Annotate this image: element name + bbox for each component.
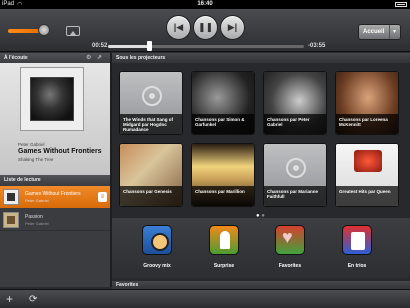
tile-caption: Chansons par Simon & Garfunkel — [192, 114, 254, 134]
home-button[interactable]: Accueil ▾ — [358, 24, 401, 40]
progress-fill — [108, 45, 150, 48]
groovy-mix-icon[interactable] — [142, 225, 172, 255]
chevron-down-icon[interactable]: ▾ — [393, 25, 396, 39]
favorites-heart-icon[interactable] — [275, 225, 305, 255]
progress-knob[interactable] — [147, 41, 153, 51]
now-playing-title: Games Without Frontiers — [18, 148, 102, 155]
tile-caption: Chansons par Marillion — [192, 186, 254, 206]
player-toolbar: |◀ ❚❚ ▶| 00:52 -03:55 Accueil ▾ — [0, 9, 410, 52]
spotlight-tile[interactable]: Greatest Hits par Queen — [335, 143, 399, 207]
playlist-header: Liste de lecture — [0, 175, 110, 185]
gear-icon[interactable]: ⚙ — [86, 55, 91, 61]
status-bar: iPad ◠ 16:40 — [0, 0, 410, 9]
favorites-header: Favorites — [112, 281, 410, 289]
tile-caption: Greatest Hits par Queen — [336, 186, 398, 206]
battery-icon — [395, 2, 407, 7]
main-panel: Sous les projecteurs The Winds that Sang… — [112, 53, 410, 287]
now-playing-album: Shaking The Tree — [18, 157, 54, 162]
now-playing-artist: Peter Gabriel — [18, 142, 45, 147]
mix-label-groovy[interactable]: Groovy mix — [132, 263, 182, 269]
airplay-icon[interactable] — [66, 26, 80, 36]
home-separator — [389, 25, 390, 39]
spotlight-tile[interactable]: Chansons par Loreena McKennitt — [335, 71, 399, 135]
elapsed-time: 00:52 — [92, 43, 108, 49]
mix-label-favorites[interactable]: Favorites — [265, 263, 315, 269]
bottom-toolbar: + ⟳ — [0, 289, 410, 308]
placeholder-icon — [142, 86, 162, 106]
placeholder-icon — [286, 158, 306, 178]
spotlight-tile[interactable]: Chansons par Marillion — [191, 143, 255, 207]
now-playing-header: À l'écoute ⚙ ⇗ — [0, 53, 110, 63]
spotlight-header-label: Sous les projecteurs — [116, 55, 166, 61]
home-label: Accueil — [363, 29, 385, 35]
progress-bar[interactable] — [108, 45, 304, 48]
track-title: Passion — [25, 214, 43, 220]
spotlight-tile[interactable]: Chansons par Marianne Faithfull — [263, 143, 327, 207]
tile-caption: Chansons par Marianne Faithfull — [264, 186, 326, 206]
track-artist: Peter Gabriel — [25, 221, 49, 226]
track-thumbnail — [3, 212, 19, 228]
tile-caption: Chansons par Loreena McKennitt — [336, 114, 398, 134]
playlist-item[interactable]: Passion Peter Gabriel — [0, 209, 110, 231]
queen-logo — [354, 150, 382, 172]
spotlight-tile[interactable]: Chansons par Genesis — [119, 143, 183, 207]
track-artist: Peter Gabriel — [25, 198, 49, 203]
now-playing-area: Peter Gabriel Games Without Frontiers Sh… — [0, 63, 110, 178]
previous-track-icon: |◀ — [173, 22, 184, 32]
spotlight-header: Sous les projecteurs — [112, 53, 410, 63]
album-photo — [30, 77, 74, 121]
playlist-item[interactable]: Games Without Frontiers Peter Gabriel ≡ — [0, 186, 110, 208]
spotlight-tile[interactable]: Chansons par Peter Gabriel — [263, 71, 327, 135]
sync-icon[interactable]: ⟳ — [29, 293, 37, 307]
clock: 16:40 — [197, 1, 213, 7]
remaining-time: -03:55 — [308, 43, 326, 49]
previous-track-button[interactable]: |◀ — [166, 15, 191, 40]
next-track-icon: ▶| — [227, 22, 238, 32]
track-title: Games Without Frontiers — [25, 191, 81, 197]
tile-caption: The Winds that Sang of Midgard par Hogdo… — [120, 114, 182, 134]
left-panel: À l'écoute ⚙ ⇗ Peter Gabriel Games Witho… — [0, 53, 110, 287]
next-track-button[interactable]: ▶| — [220, 15, 245, 40]
tile-caption: Chansons par Genesis — [120, 186, 182, 206]
share-icon[interactable]: ⇗ — [97, 55, 102, 61]
album-cover[interactable] — [20, 67, 84, 131]
spotlight-tile[interactable]: Chansons par Simon & Garfunkel — [191, 71, 255, 135]
pause-icon: ❚❚ — [197, 22, 214, 32]
reorder-handle-icon[interactable]: ≡ — [98, 192, 107, 202]
volume-knob[interactable] — [38, 24, 50, 36]
now-playing-header-label: À l'écoute — [4, 55, 28, 61]
spotlight-tile[interactable]: The Winds that Sang of Midgard par Hogdo… — [119, 71, 183, 135]
mix-label-surprise[interactable]: Surprise — [199, 263, 249, 269]
mix-label-trios[interactable]: En trios — [332, 263, 382, 269]
playlist-header-label: Liste de lecture — [4, 177, 41, 183]
pause-button[interactable]: ❚❚ — [193, 15, 218, 40]
surprise-icon[interactable] — [209, 225, 239, 255]
trios-icon[interactable] — [342, 225, 372, 255]
add-icon[interactable]: + — [6, 292, 13, 306]
favorites-header-label: Favorites — [116, 282, 139, 288]
tile-caption: Chansons par Peter Gabriel — [264, 114, 326, 134]
track-thumbnail — [3, 189, 19, 205]
